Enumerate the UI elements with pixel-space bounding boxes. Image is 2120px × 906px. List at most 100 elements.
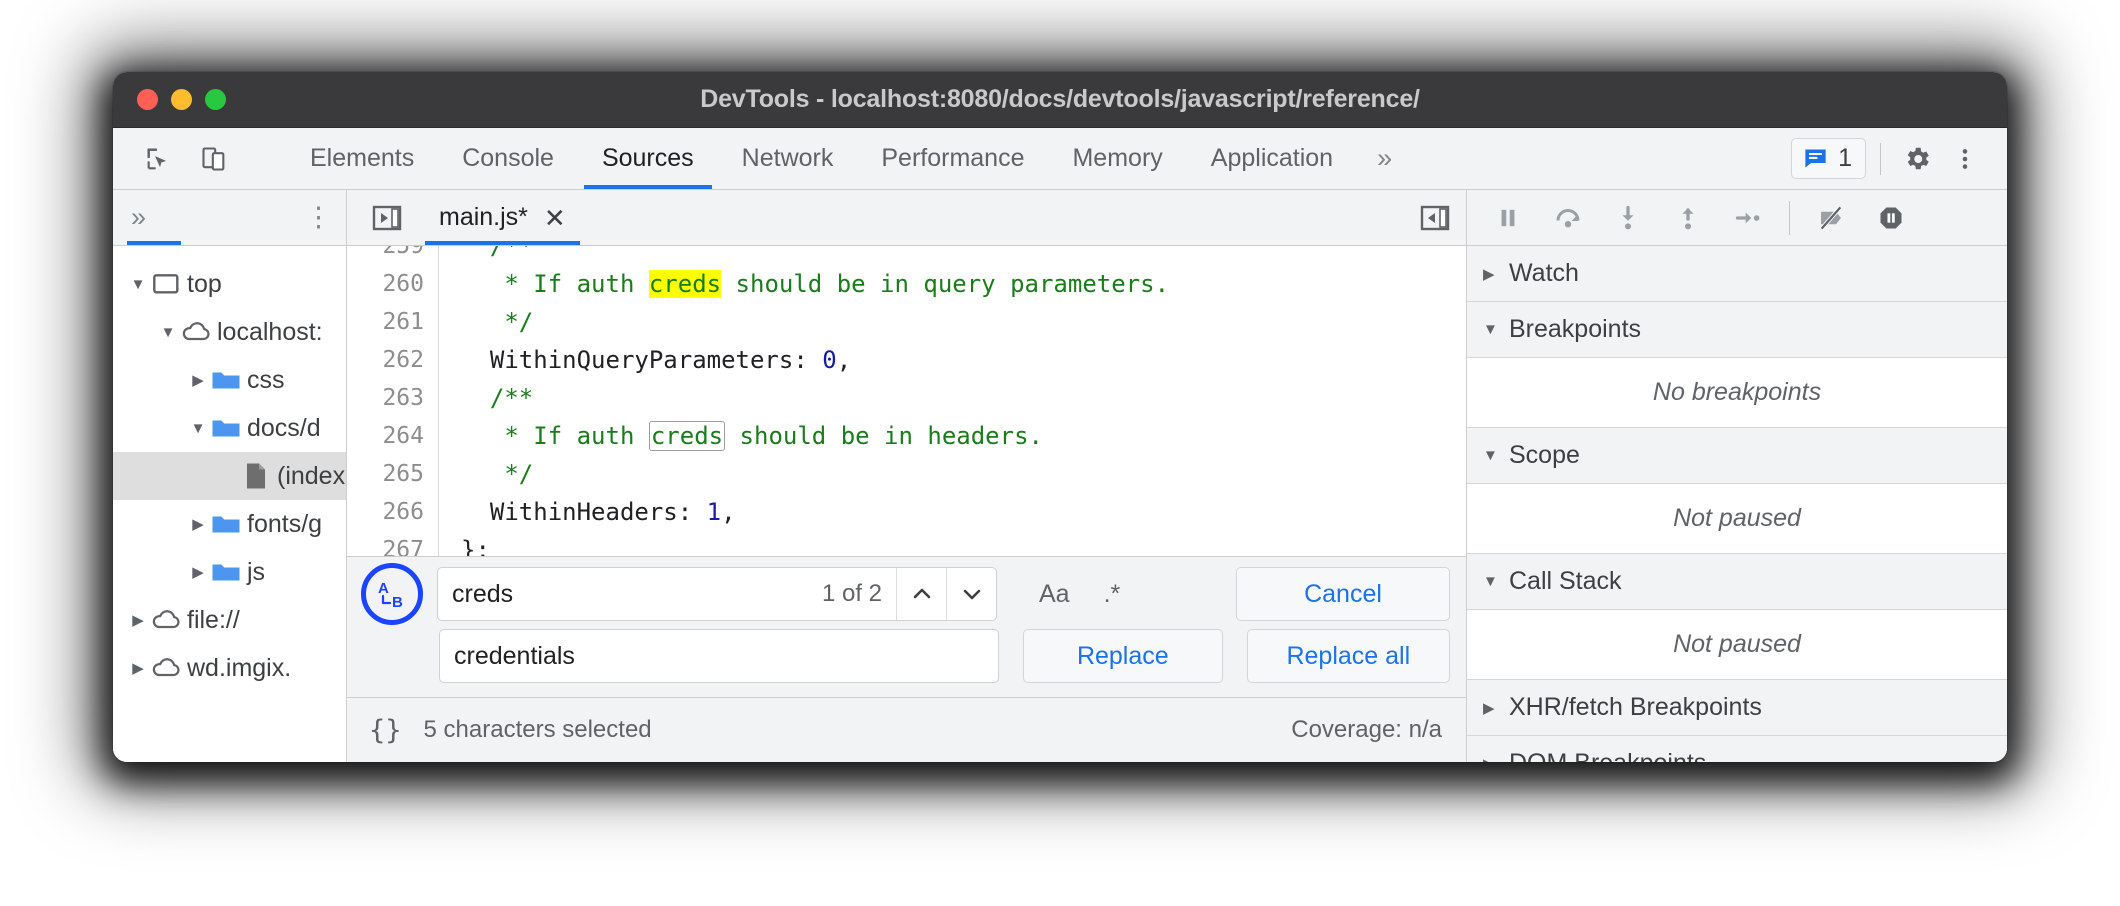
pretty-print-icon[interactable]: {} [369,715,402,746]
file-tab-main-js[interactable]: main.js* ✕ [421,190,584,245]
step-into-next-function-call-icon[interactable] [1601,196,1655,240]
breakpoints-empty-message: No breakpoints [1467,358,2007,428]
editor-column: main.js* ✕ 259 [347,190,1467,762]
code-line: 263 /** [347,379,1466,417]
replace-input[interactable] [440,642,998,671]
cloud-icon [179,321,213,343]
tree-item-top[interactable]: ▼ top [113,260,346,308]
tree-item-fonts[interactable]: ▶ fonts/g [113,500,346,548]
tree-item-label: css [247,366,285,395]
tree-item-wd-imgix[interactable]: ▶ wd.imgix. [113,644,346,692]
line-number: 259 [347,246,439,265]
tab-application[interactable]: Application [1187,128,1357,189]
tree-item-js[interactable]: ▶ js [113,548,346,596]
regex-button[interactable]: .* [1104,580,1121,609]
step-icon[interactable] [1721,196,1775,240]
replace-all-button[interactable]: Replace all [1247,629,1450,683]
pane-breakpoints[interactable]: ▼ Breakpoints [1467,302,2007,358]
tree-item-localhost[interactable]: ▼ localhost: [113,308,346,356]
pane-dom-breakpoints[interactable]: ▶ DOM Breakpoints [1467,736,2007,762]
find-field[interactable]: 1 of 2 [437,567,997,621]
search-input[interactable] [438,580,822,609]
cloud-icon [149,609,183,631]
folder-icon [209,512,243,536]
code-token: , [837,346,851,374]
chevron-down-icon[interactable]: ▼ [1483,573,1509,590]
tab-elements[interactable]: Elements [286,128,438,189]
more-options-icon[interactable] [1943,137,1987,181]
tab-memory[interactable]: Memory [1048,128,1186,189]
tree-item-css[interactable]: ▶ css [113,356,346,404]
chevron-right-icon[interactable]: ▶ [1483,755,1509,763]
chevron-right-icon[interactable]: ▶ [127,659,149,677]
chevron-down-icon[interactable]: ▼ [1483,447,1509,464]
tree-item-docs[interactable]: ▼ docs/d [113,404,346,452]
replace-field[interactable] [439,629,999,683]
tab-sources[interactable]: Sources [578,128,718,189]
show-navigator-icon[interactable] [361,203,413,233]
deactivate-breakpoints-icon[interactable] [1804,196,1858,240]
navigator-header: » ⋮ [113,190,346,246]
close-button[interactable] [137,89,158,110]
code-token: WithinHeaders: [461,498,707,526]
traffic-lights [137,89,226,110]
chevron-down-icon[interactable]: ▼ [187,420,209,437]
cancel-button[interactable]: Cancel [1236,567,1450,621]
close-icon[interactable]: ✕ [544,205,566,231]
device-toolbar-icon[interactable] [191,136,237,182]
line-number: 263 [347,379,439,417]
navigator-more-options-icon[interactable]: ⋮ [305,202,332,233]
gear-icon[interactable] [1895,137,1939,181]
line-number: 267 [347,531,439,556]
tree-item-label: fonts/g [247,510,322,539]
pane-scope[interactable]: ▼ Scope [1467,428,2007,484]
replace-button[interactable]: Replace [1023,629,1223,683]
show-debugger-icon[interactable] [1420,203,1450,233]
chevron-right-icon[interactable]: ▶ [1483,265,1509,283]
minimize-button[interactable] [171,89,192,110]
pause-script-execution-icon[interactable] [1481,196,1535,240]
chevron-right-icon[interactable]: ▶ [187,563,209,581]
code-line: 267 }; [347,531,1466,556]
code-token: , [721,498,735,526]
zoom-button[interactable] [205,89,226,110]
chevron-right-icon[interactable]: ▶ [187,515,209,533]
step-over-next-function-call-icon[interactable] [1541,196,1595,240]
match-case-button[interactable]: Aa [1039,580,1070,609]
pane-watch[interactable]: ▶ Watch [1467,246,2007,302]
devtools-window: DevTools - localhost:8080/docs/devtools/… [113,72,2007,762]
chevron-right-icon[interactable]: ▶ [187,371,209,389]
find-row: A B 1 of 2 [363,567,1450,621]
editor-tabbar: main.js* ✕ [347,190,1466,246]
line-content: WithinQueryParameters: 0, [439,346,851,374]
tab-network[interactable]: Network [718,128,858,189]
code-editor[interactable]: 259 /** 260 * If auth creds should be in… [347,246,1466,556]
pane-title: XHR/fetch Breakpoints [1509,693,1762,722]
tab-console[interactable]: Console [438,128,578,189]
more-tabs-icon[interactable]: » [1357,128,1412,189]
chevron-down-icon[interactable]: ▼ [1483,321,1509,338]
find-replace-bar: A B 1 of 2 [347,556,1466,698]
step-out-of-current-function-icon[interactable] [1661,196,1715,240]
navigator-more-tabs-icon[interactable]: » [131,202,146,233]
chevron-down-icon[interactable]: ▼ [157,324,179,341]
chevron-down-icon[interactable]: ▼ [127,276,149,293]
issues-button[interactable]: 1 [1791,138,1866,179]
tree-item-file-protocol[interactable]: ▶ file:// [113,596,346,644]
a-to-b-replace-icon[interactable]: A B [361,563,423,625]
editor-status-bar: {} 5 characters selected Coverage: n/a [347,698,1466,762]
inspect-element-icon[interactable] [135,136,181,182]
chevron-right-icon[interactable]: ▶ [1483,699,1509,717]
code-token: * If auth [461,422,649,450]
chevron-up-icon[interactable] [896,568,946,620]
tab-performance[interactable]: Performance [857,128,1048,189]
navigator-pane: » ⋮ ▼ top ▼ [113,190,347,762]
frame-icon [149,273,183,295]
pause-on-exceptions-icon[interactable] [1864,196,1918,240]
tree-item-index[interactable]: ▶ (index [113,452,346,500]
chevron-right-icon[interactable]: ▶ [127,611,149,629]
toolbar-right: 1 [1791,128,2007,189]
pane-call-stack[interactable]: ▼ Call Stack [1467,554,2007,610]
chevron-down-icon[interactable] [946,568,996,620]
pane-xhr-fetch-breakpoints[interactable]: ▶ XHR/fetch Breakpoints [1467,680,2007,736]
